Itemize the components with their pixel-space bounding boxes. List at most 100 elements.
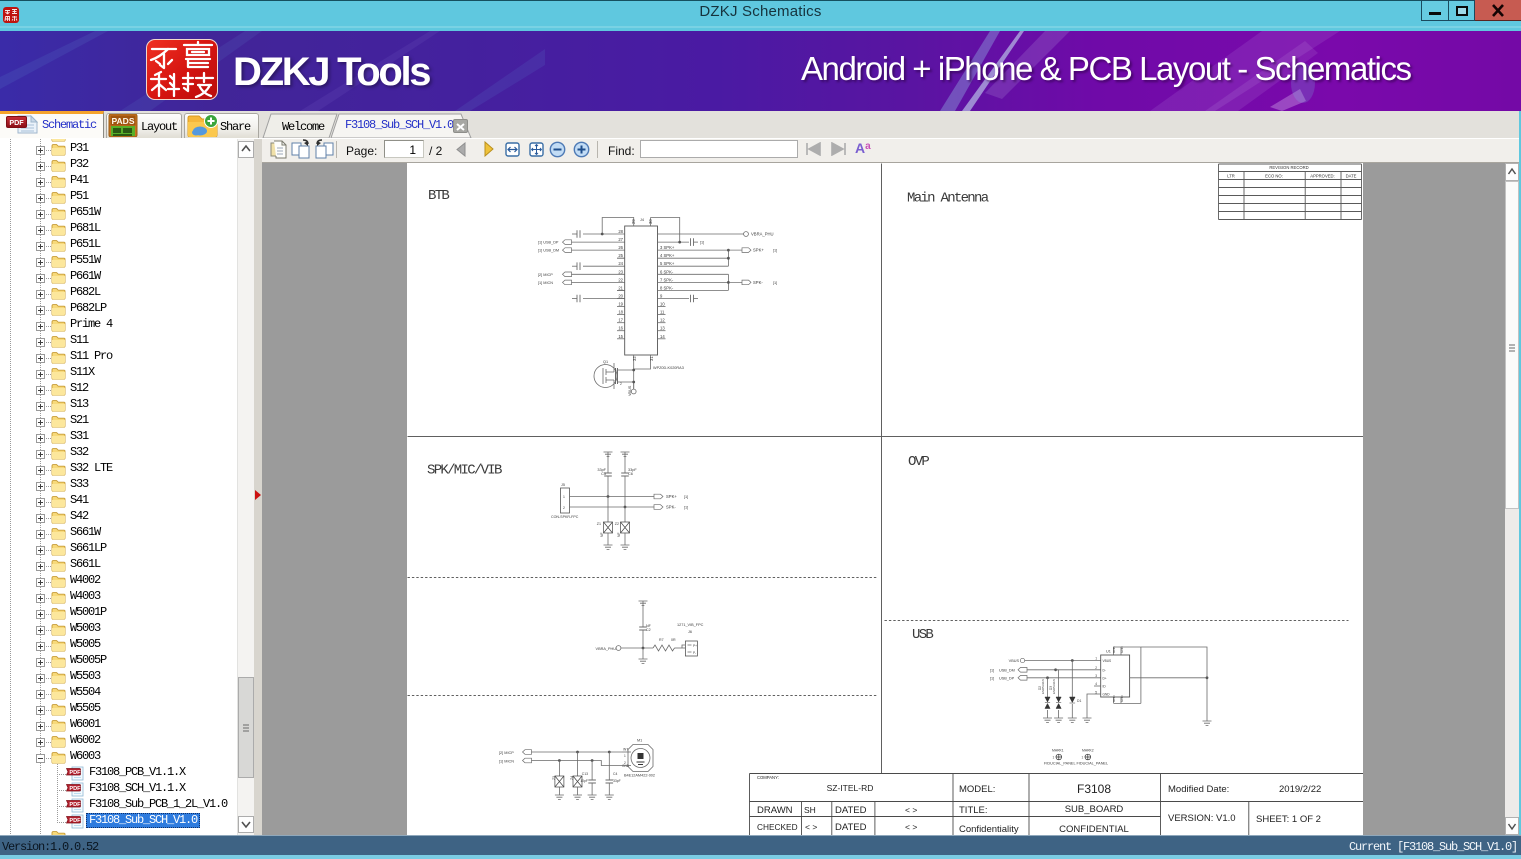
svg-text:23: 23 xyxy=(618,269,623,274)
svg-text:[2] MICP: [2] MICP xyxy=(499,751,514,755)
svg-text:VBUS: VBUS xyxy=(628,385,632,396)
svg-text:11: 11 xyxy=(660,310,665,315)
svg-text:20: 20 xyxy=(618,294,623,299)
svg-text:C13: C13 xyxy=(582,772,588,776)
svg-text:[1]: [1] xyxy=(990,677,994,681)
svg-text:CONFIDENTIAL: CONFIDENTIAL xyxy=(1059,824,1129,835)
svg-text:Modified Date:: Modified Date: xyxy=(1168,784,1229,795)
svg-text:D2: D2 xyxy=(1038,686,1042,690)
svg-text:PADS: PADS xyxy=(112,116,135,126)
svg-text:GND: GND xyxy=(1103,693,1111,697)
svg-text:C4: C4 xyxy=(613,772,617,776)
svg-text:SPK+: SPK+ xyxy=(666,494,677,499)
svg-text:< >: < > xyxy=(905,805,917,815)
svg-text:SPK-: SPK- xyxy=(666,505,676,510)
svg-text:J4: J4 xyxy=(640,218,644,222)
svg-text:PDF: PDF xyxy=(69,786,81,792)
svg-text:GND: GND xyxy=(1120,695,1124,703)
svg-text:MARK1: MARK1 xyxy=(1052,749,1064,753)
svg-text:24: 24 xyxy=(618,261,623,266)
svg-text:PDF: PDF xyxy=(9,118,24,127)
svg-text:30: 30 xyxy=(648,219,653,224)
svg-text:19: 19 xyxy=(618,302,623,307)
svg-text:VBRA_PHU: VBRA_PHU xyxy=(596,647,617,651)
svg-text:1: 1 xyxy=(624,754,626,758)
svg-text:NF: NF xyxy=(600,532,604,537)
svg-text:< >: < > xyxy=(905,822,917,832)
svg-text:3 SPK+: 3 SPK+ xyxy=(660,245,675,250)
svg-text:12: 12 xyxy=(660,318,665,323)
svg-text:26: 26 xyxy=(618,245,623,250)
svg-text:[1]: [1] xyxy=(990,669,994,673)
svg-text:28: 28 xyxy=(618,229,623,234)
svg-text:COMPANY:: COMPANY: xyxy=(757,775,779,780)
svg-text:2019/2/22: 2019/2/22 xyxy=(1279,784,1321,795)
svg-text:GND: GND xyxy=(1120,646,1124,654)
svg-text:PDF: PDF xyxy=(69,818,81,824)
svg-text:5 SPK+: 5 SPK+ xyxy=(660,261,675,266)
svg-text:25: 25 xyxy=(618,253,623,258)
svg-text:1: 1 xyxy=(563,495,565,499)
svg-text:SPK+: SPK+ xyxy=(753,248,764,253)
svg-text:U1: U1 xyxy=(1106,650,1111,654)
svg-text:Z2: Z2 xyxy=(615,522,619,526)
svg-text:C5: C5 xyxy=(601,472,606,476)
svg-text:B4E12AM422-002: B4E12AM422-002 xyxy=(624,774,655,778)
svg-text:32: 32 xyxy=(632,356,637,361)
svg-text:VBUS: VBUS xyxy=(1103,659,1112,663)
svg-text:1271_VIB_FPC: 1271_VIB_FPC xyxy=(677,623,704,627)
svg-text:14: 14 xyxy=(660,334,665,339)
svg-text:[1]: [1] xyxy=(773,281,777,285)
svg-text:Main Antenna: Main Antenna xyxy=(907,191,989,207)
svg-text:Q1: Q1 xyxy=(603,360,608,364)
svg-text:6 SPK-: 6 SPK- xyxy=(660,269,674,274)
svg-text:SZ-ITEL-RD: SZ-ITEL-RD xyxy=(827,783,874,793)
svg-text:1: 1 xyxy=(615,368,617,372)
svg-text:[1] MICN: [1] MICN xyxy=(499,760,514,764)
svg-text:ECO NO:: ECO NO: xyxy=(1265,173,1283,178)
svg-text:31: 31 xyxy=(649,356,654,361)
svg-text:2: 2 xyxy=(1095,666,1097,670)
svg-text:USB_DM: USB_DM xyxy=(999,669,1015,673)
svg-text:2: 2 xyxy=(563,506,565,510)
svg-text:17: 17 xyxy=(618,318,623,323)
svg-text:MARK2: MARK2 xyxy=(1082,749,1094,753)
svg-text:0R: 0R xyxy=(671,638,676,642)
svg-text:DRAWN: DRAWN xyxy=(757,805,793,816)
svg-text:2: 2 xyxy=(624,761,626,765)
svg-text:ID: ID xyxy=(1103,685,1107,689)
svg-text:4: 4 xyxy=(1095,682,1097,686)
svg-text:27: 27 xyxy=(618,237,623,242)
svg-text:4 SPK+: 4 SPK+ xyxy=(660,253,675,258)
svg-text:PDF: PDF xyxy=(69,802,81,808)
svg-text:F3108: F3108 xyxy=(1077,782,1111,796)
svg-text:3: 3 xyxy=(1095,674,1097,678)
svg-text:GND: GND xyxy=(1112,646,1116,654)
svg-text:10: 10 xyxy=(660,302,665,307)
svg-text:[1] MICN: [1] MICN xyxy=(538,281,553,285)
svg-text:C2: C2 xyxy=(646,628,651,632)
svg-text:1: 1 xyxy=(1082,756,1084,760)
svg-text:LTR: LTR xyxy=(1227,173,1235,178)
svg-text:[1] USB_DP: [1] USB_DP xyxy=(538,241,559,245)
svg-text:REVISION RECORD: REVISION RECORD xyxy=(1269,165,1308,170)
svg-text:DATED: DATED xyxy=(835,805,867,816)
svg-text:USB: USB xyxy=(912,627,933,643)
svg-text:FIDUCIAL_PANEL FIDUCIAL_PANEL: FIDUCIAL_PANEL FIDUCIAL_PANEL xyxy=(1044,762,1108,766)
svg-text:BTB: BTB xyxy=(428,188,449,204)
svg-text:[1]: [1] xyxy=(773,249,777,253)
svg-text:13: 13 xyxy=(660,326,665,331)
svg-text:9: 9 xyxy=(660,294,663,299)
svg-text:Z3: Z3 xyxy=(552,776,556,780)
svg-text:OVP: OVP xyxy=(908,454,929,470)
svg-text:2: 2 xyxy=(620,382,622,386)
svg-text:< >: < > xyxy=(805,822,817,832)
svg-text:10pF: 10pF xyxy=(580,779,588,783)
svg-text:USB_DP: USB_DP xyxy=(999,677,1015,681)
svg-text:15: 15 xyxy=(618,334,623,339)
svg-text:[1]: [1] xyxy=(684,506,688,510)
svg-text:SPK-: SPK- xyxy=(753,280,763,285)
svg-text:J6: J6 xyxy=(688,630,692,634)
svg-text:J5: J5 xyxy=(561,483,565,487)
svg-text:SUB_BOARD: SUB_BOARD xyxy=(1065,804,1124,815)
